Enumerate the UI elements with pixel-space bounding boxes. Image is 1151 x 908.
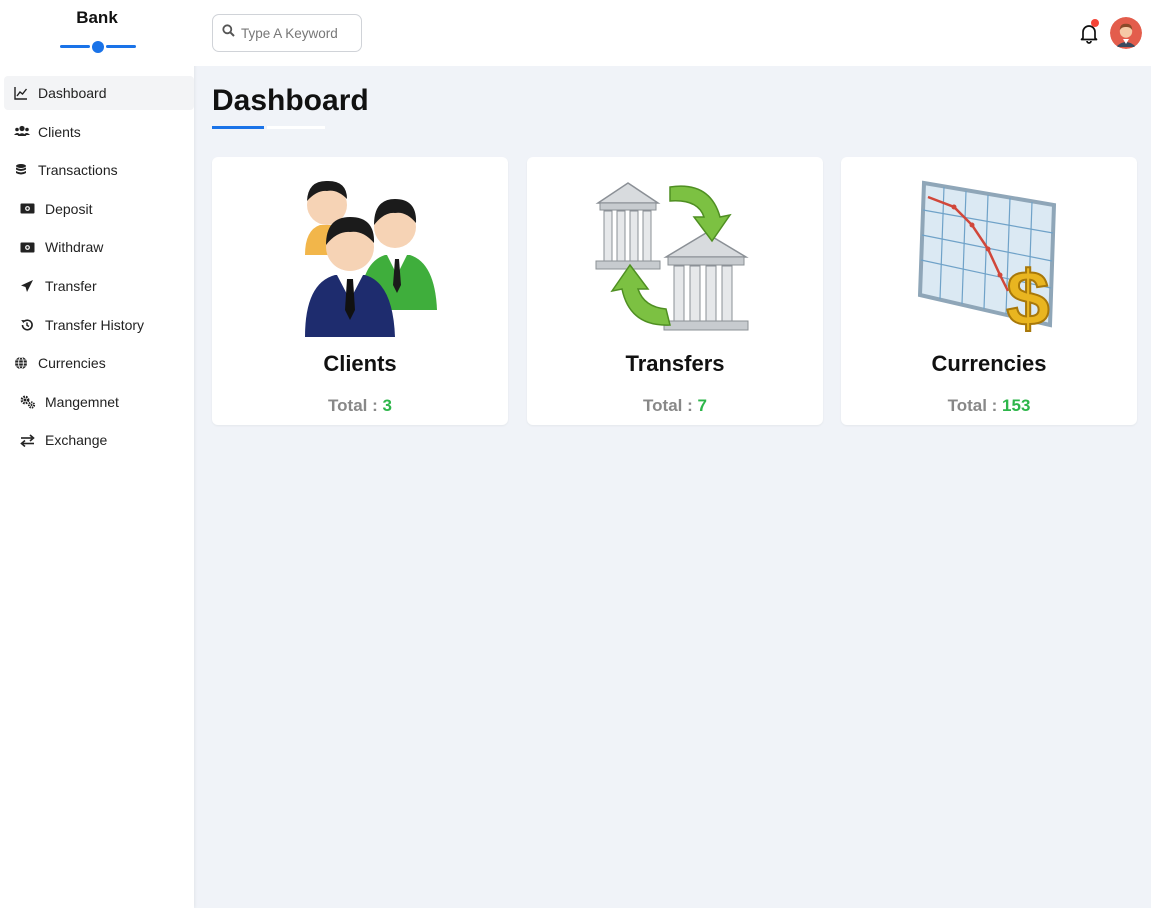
history-icon [20,318,45,332]
card-title: Clients [323,351,397,376]
search-input[interactable] [241,25,351,41]
sidebar-item-transfer-history[interactable]: Transfer History [4,308,194,342]
paper-plane-icon [20,279,45,293]
card-total-value: 7 [697,396,707,415]
notification-badge [1091,19,1099,27]
sidebar-item-dashboard[interactable]: Dashboard [4,76,194,110]
gears-icon [20,395,45,409]
sidebar-item-exchange[interactable]: Exchange [4,423,194,457]
sidebar-item-label: Transfer History [45,316,145,333]
coins-icon [14,163,38,177]
card-title: Transfers [625,351,725,376]
sidebar-item-label: Clients [38,123,81,140]
sidebar-item-clients[interactable]: Clients [4,115,194,149]
topbar [194,0,1151,66]
sidebar-nav: Dashboard Clients Transactions Deposit W… [4,76,194,462]
card-total: Total : 7 [527,396,823,416]
sidebar-item-label: Withdraw [45,239,104,256]
card-total-label: Total : [643,396,693,415]
sidebar-item-label: Mangemnet [45,393,119,410]
svg-text:$: $ [1006,254,1049,340]
card-total-value: 3 [382,396,392,415]
sidebar-item-currencies[interactable]: Currencies [4,346,194,380]
globe-icon [14,356,38,370]
users-icon [14,125,38,138]
brand-name: Bank [76,8,118,27]
chart-line-icon [14,86,38,100]
exchange-arrows-icon [20,434,45,447]
card-title: Currencies [931,351,1047,376]
card-total-label: Total : [328,396,378,415]
card-total: Total : 153 [841,396,1137,416]
people-group-icon [212,175,508,340]
money-bill-icon [20,203,45,214]
sidebar-item-label: Exchange [45,432,108,449]
search-icon [222,24,235,42]
sidebar-item-label: Deposit [45,200,93,217]
sidebar-item-deposit[interactable]: Deposit [4,192,194,226]
sidebar-item-label: Dashboard [38,85,107,101]
sidebar-item-transfer[interactable]: Transfer [4,269,194,303]
clients-card[interactable]: Clients Total : 3 [212,157,508,425]
card-total: Total : 3 [212,396,508,416]
brand-decoration [60,41,136,53]
notification-bell-icon[interactable] [1078,19,1100,44]
currency-chart-icon: $ [841,175,1137,340]
sidebar: Bank Dashboard Clients Transactions Depo… [0,0,194,908]
page-title: Dashboard [212,84,369,117]
sidebar-item-transactions[interactable]: Transactions [4,153,194,187]
card-total-value: 153 [1002,396,1031,415]
search-box[interactable] [212,14,362,52]
avatar[interactable] [1110,17,1142,49]
currencies-card[interactable]: $ Currencies Total : 153 [841,157,1137,425]
money-bill-icon [20,242,45,253]
card-total-label: Total : [947,396,998,415]
sidebar-item-label: Transfer [45,277,97,294]
sidebar-item-label: Currencies [38,355,106,372]
title-underline [212,126,325,129]
sidebar-item-mangemnet[interactable]: Mangemnet [4,385,194,419]
sidebar-item-withdraw[interactable]: Withdraw [4,230,194,264]
bank-transfer-icon [527,175,823,340]
transfers-card[interactable]: Transfers Total : 7 [527,157,823,425]
sidebar-item-label: Transactions [38,162,118,179]
